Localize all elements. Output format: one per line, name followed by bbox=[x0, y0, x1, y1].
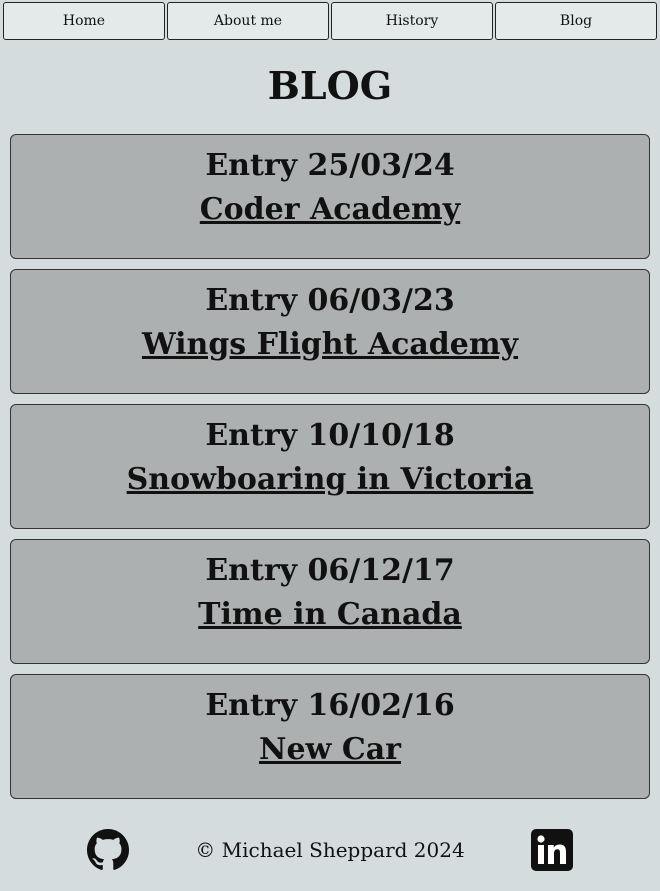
entry-date: Entry 06/12/17 bbox=[205, 553, 455, 588]
top-nav: Home About me History Blog bbox=[3, 2, 657, 42]
entry-date: Entry 06/03/23 bbox=[205, 283, 455, 318]
blog-entry: Entry 25/03/24 Coder Academy bbox=[10, 134, 650, 259]
entry-link[interactable]: New Car bbox=[259, 729, 401, 771]
nav-blog-button[interactable]: Blog bbox=[495, 2, 657, 40]
blog-entry: Entry 06/12/17 Time in Canada bbox=[10, 539, 650, 664]
entry-date: Entry 10/10/18 bbox=[205, 418, 455, 453]
entry-date: Entry 25/03/24 bbox=[205, 148, 455, 183]
entry-link[interactable]: Wings Flight Academy bbox=[142, 324, 518, 366]
entry-link[interactable]: Snowboaring in Victoria bbox=[127, 459, 534, 501]
nav-home-button[interactable]: Home bbox=[3, 2, 165, 40]
blog-entry-list: Entry 25/03/24 Coder Academy Entry 06/03… bbox=[10, 134, 650, 809]
page-title: BLOG bbox=[267, 63, 393, 108]
nav-history-button[interactable]: History bbox=[331, 2, 493, 40]
nav-about-button[interactable]: About me bbox=[167, 2, 329, 40]
linkedin-icon[interactable] bbox=[531, 829, 573, 871]
entry-date: Entry 16/02/16 bbox=[205, 688, 455, 723]
blog-entry: Entry 16/02/16 New Car bbox=[10, 674, 650, 799]
blog-entry: Entry 06/03/23 Wings Flight Academy bbox=[10, 269, 650, 394]
entry-link[interactable]: Time in Canada bbox=[198, 594, 462, 636]
footer: © Michael Sheppard 2024 bbox=[0, 826, 660, 874]
blog-entry: Entry 10/10/18 Snowboaring in Victoria bbox=[10, 404, 650, 529]
entry-link[interactable]: Coder Academy bbox=[200, 189, 460, 231]
